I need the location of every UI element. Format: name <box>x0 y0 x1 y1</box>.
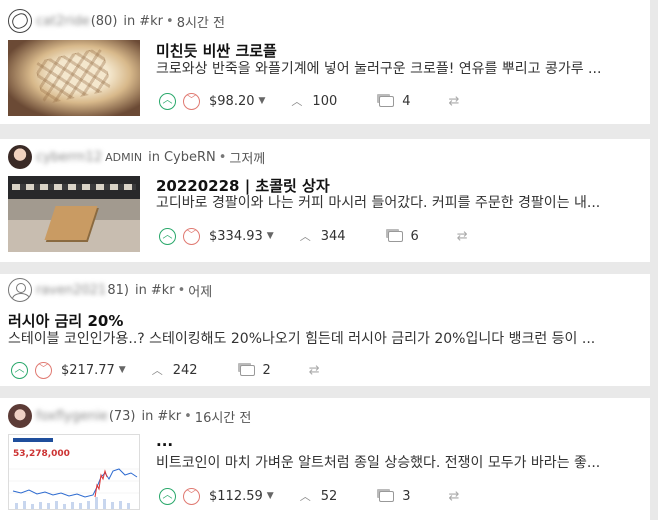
post-meta: cat2ride (80) in #kr • 8시간 전 <box>8 8 225 34</box>
upvote-icon[interactable]: ︿ <box>159 92 176 110</box>
author-reputation: (80) <box>90 13 118 29</box>
post-thumbnail[interactable] <box>8 176 140 252</box>
upvote-icon[interactable]: ︿ <box>159 227 176 245</box>
post-meta: raven2021 81) in #kr • 어제 <box>8 277 212 303</box>
comment-count-value: 4 <box>402 93 411 109</box>
upvote-icon[interactable]: ︿ <box>159 487 176 505</box>
community-link[interactable]: #kr <box>139 14 163 29</box>
caret-down-icon[interactable]: ▼ <box>267 231 274 241</box>
post-card[interactable]: cat2ride (80) in #kr • 8시간 전 미친듯 비싼 크로플 … <box>0 0 650 124</box>
downvote-icon[interactable]: ﹀ <box>183 92 200 110</box>
avatar[interactable] <box>8 404 32 428</box>
payout-value[interactable]: $98.20 <box>209 94 255 109</box>
post-meta: cyberrn12 ADMIN in CybeRN • 그저께 <box>8 144 265 170</box>
chevron-up-icon: ︿ <box>291 95 303 108</box>
post-summary[interactable]: 고디바로 경팔이와 나는 커피 마시러 들어갔다. 커피를 주문한 경팔이는 내… <box>156 192 644 212</box>
chevron-up-icon: ︿ <box>151 364 163 377</box>
payout-value[interactable]: $217.77 <box>61 363 115 378</box>
chevron-up-icon: ︿ <box>299 230 311 243</box>
comment-count-value: 6 <box>410 228 419 244</box>
comment-count[interactable]: 6 <box>387 228 419 244</box>
avatar[interactable] <box>8 9 32 33</box>
post-card[interactable]: raven2021 81) in #kr • 어제 러시아 금리 20% 스테이… <box>0 274 650 386</box>
post-summary[interactable]: 스테이블 코인인가용..? 스테이킹해도 20%나오기 힘든데 러시아 금리가 … <box>8 328 644 348</box>
post-feed: cat2ride (80) in #kr • 8시간 전 미친듯 비싼 크로플 … <box>0 0 658 520</box>
downvote-icon[interactable]: ﹀ <box>183 487 200 505</box>
comment-count[interactable]: 2 <box>239 362 271 378</box>
vote-count-value: 52 <box>320 488 338 504</box>
vote-count[interactable]: ︿ 242 <box>152 362 198 378</box>
comment-count-value: 3 <box>402 488 411 504</box>
price-chart-thumbnail <box>9 468 139 509</box>
vote-count-value: 100 <box>312 93 338 109</box>
payout-value[interactable]: $334.93 <box>209 229 263 244</box>
separator-dot: • <box>177 282 186 298</box>
vote-count[interactable]: ︿ 100 <box>291 93 337 109</box>
comment-count-value: 2 <box>262 362 271 378</box>
in-label: in <box>141 408 154 424</box>
post-card[interactable]: cyberrn12 ADMIN in CybeRN • 그저께 20220228… <box>0 139 650 262</box>
post-time[interactable]: 어제 <box>188 281 212 300</box>
in-label: in <box>148 149 160 165</box>
community-link[interactable]: CybeRN <box>164 150 216 165</box>
reblog-icon[interactable]: ⇄ <box>457 229 468 244</box>
comment-count[interactable]: 4 <box>379 93 411 109</box>
author-reputation: (73) <box>108 408 136 424</box>
downvote-icon[interactable]: ﹀ <box>35 361 52 379</box>
payout-value[interactable]: $112.59 <box>209 489 263 504</box>
post-time[interactable]: 그저께 <box>229 148 265 167</box>
caret-down-icon[interactable]: ▼ <box>259 96 266 106</box>
post-actions: ︿ ﹀ $334.93 ▼ ︿ 344 6 ⇄ <box>159 224 468 248</box>
reblog-icon[interactable]: ⇄ <box>309 363 320 378</box>
downvote-icon[interactable]: ﹀ <box>183 227 200 245</box>
community-link[interactable]: #kr <box>157 409 181 424</box>
comment-count[interactable]: 3 <box>379 488 411 504</box>
post-meta: foxflygenie (73) in #kr • 16시간 전 <box>8 403 251 429</box>
reblog-icon[interactable]: ⇄ <box>449 489 460 504</box>
post-time[interactable]: 16시간 전 <box>195 407 252 426</box>
author-name[interactable]: raven2021 <box>36 283 106 298</box>
avatar[interactable] <box>8 278 32 302</box>
chevron-up-icon: ︿ <box>299 490 311 503</box>
author-name[interactable]: foxflygenie <box>36 409 108 424</box>
in-label: in <box>134 282 147 298</box>
separator-dot: • <box>166 13 174 29</box>
caret-down-icon[interactable]: ▼ <box>267 491 274 501</box>
post-summary[interactable]: 비트코인이 마치 가벼운 알트처럼 종일 상승했다. 전쟁이 모두가 바라는 좋… <box>156 452 644 472</box>
separator-dot: • <box>218 149 227 165</box>
post-title[interactable]: ... <box>156 432 173 450</box>
vote-count[interactable]: ︿ 344 <box>300 228 346 244</box>
post-summary[interactable]: 크로와상 반죽을 와플기계에 넣어 눌러구운 크로플! 연유를 뿌리고 콩가루 … <box>156 58 644 78</box>
in-label: in <box>123 13 136 29</box>
author-reputation: 81) <box>107 282 129 298</box>
comments-icon <box>387 230 403 242</box>
author-name[interactable]: cyberrn12 <box>36 150 102 165</box>
comments-icon <box>379 95 395 107</box>
post-actions: ︿ ﹀ $112.59 ▼ ︿ 52 3 ⇄ <box>159 484 459 508</box>
vote-count[interactable]: ︿ 52 <box>300 488 338 504</box>
post-actions: ︿ ﹀ $217.77 ▼ ︿ 242 2 ⇄ <box>11 358 320 382</box>
caret-down-icon[interactable]: ▼ <box>119 365 126 375</box>
vote-count-value: 344 <box>320 228 346 244</box>
comments-icon <box>239 364 255 376</box>
post-card[interactable]: foxflygenie (73) in #kr • 16시간 전 53,278,… <box>0 398 650 520</box>
community-link[interactable]: #kr <box>151 283 175 298</box>
post-time[interactable]: 8시간 전 <box>177 12 225 31</box>
post-actions: ︿ ﹀ $98.20 ▼ ︿ 100 4 ⇄ <box>159 89 459 113</box>
upvote-icon[interactable]: ︿ <box>11 361 28 379</box>
admin-badge: ADMIN <box>105 150 143 164</box>
comments-icon <box>379 490 395 502</box>
reblog-icon[interactable]: ⇄ <box>449 94 460 109</box>
avatar[interactable] <box>8 145 32 169</box>
post-thumbnail[interactable]: 53,278,000 <box>8 434 140 510</box>
thumbnail-header-bar <box>13 438 53 442</box>
separator-dot: • <box>184 408 192 424</box>
post-thumbnail[interactable] <box>8 40 140 116</box>
author-name[interactable]: cat2ride <box>36 14 90 29</box>
vote-count-value: 242 <box>172 362 198 378</box>
